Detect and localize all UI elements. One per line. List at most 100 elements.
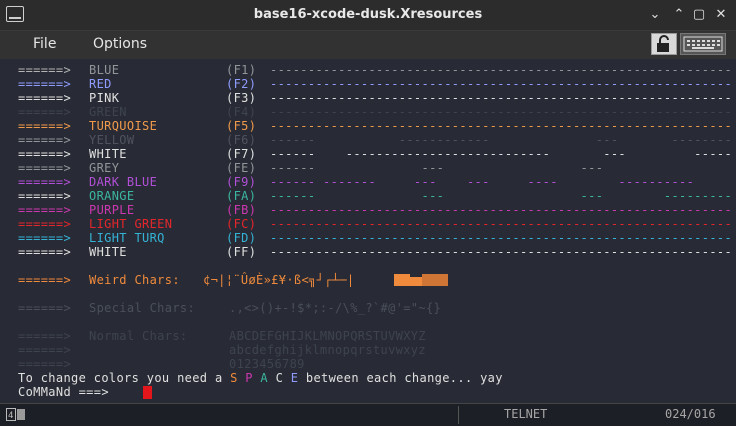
- row-code: (F5): [226, 119, 257, 133]
- text-cursor: [143, 386, 152, 399]
- lock-icon[interactable]: [651, 33, 677, 55]
- weird-chars: ¢¬|¦¨ÛøÈ»£¥·ß<╗┘┌┴─|: [203, 273, 355, 287]
- menu-bar: File Options: [0, 31, 736, 59]
- keyboard-svg: [683, 36, 723, 52]
- row-arrow: ======>: [18, 105, 72, 119]
- row-name: TURQUOISE: [89, 119, 158, 133]
- row-arrow: ======>: [18, 77, 72, 91]
- row-arrow: ======>: [18, 147, 72, 161]
- row-dash: ------ --- --- ---: [270, 161, 730, 175]
- row-dash: ------ ------- --- --- ---- ----------: [270, 175, 695, 189]
- row-code: (FB): [226, 203, 257, 217]
- terminal-window: base16-xcode-dusk.Xresources ⌄ ⌃ ▢ ✕ Fil…: [0, 0, 736, 426]
- block-glyph: [410, 277, 422, 286]
- row-code: (F7): [226, 147, 257, 161]
- row-arrow: ======>: [18, 161, 72, 175]
- row-name: LIGHT GREEN: [89, 217, 173, 231]
- row-dash: ----------------------------------------…: [270, 231, 730, 245]
- lock-svg: [657, 35, 669, 52]
- row-name: BLUE: [89, 63, 120, 77]
- svg-text:4: 4: [8, 411, 13, 421]
- row-arrow: ======>: [18, 189, 72, 203]
- row-code: (F1): [226, 63, 257, 77]
- row-name: YELLOW: [89, 133, 135, 147]
- menu-options[interactable]: Options: [93, 36, 147, 52]
- row-dash: ----------------------------------------…: [270, 105, 730, 119]
- row-dash: ----------------------------------------…: [270, 217, 730, 231]
- weird-chars-line: ======> Weird Chars: ¢¬|¦¨ÛøÈ»£¥·ß<╗┘┌┴─…: [18, 273, 448, 287]
- normal-lower: abcdefghijklmnopqrstuvwxyz: [229, 343, 426, 357]
- command-prompt: CoMMaNd ===>: [18, 385, 109, 399]
- chevron-down-icon[interactable]: ⌄: [646, 6, 664, 24]
- row-code: (FA): [226, 189, 257, 203]
- row-name: LIGHT TURQ: [89, 231, 165, 245]
- normal-lower-line: ======> abcdefghijklmnopqrstuvwxyz: [18, 343, 426, 357]
- special-label: Special Chars:: [89, 301, 196, 315]
- weird-arrow: ======>: [18, 273, 72, 287]
- block-glyph: [422, 274, 448, 286]
- hint-c: C: [275, 371, 284, 385]
- chevron-up-icon[interactable]: ⌃: [670, 6, 688, 24]
- row-arrow: ======>: [18, 133, 72, 147]
- row-dash: ------ --------------------------- --- -…: [270, 147, 730, 161]
- title-bar[interactable]: base16-xcode-dusk.Xresources ⌄ ⌃ ▢ ✕: [0, 0, 736, 31]
- normal-arrow: ======>: [18, 329, 72, 343]
- hint-a: A: [260, 371, 268, 385]
- hint-s: S: [230, 371, 238, 385]
- row-code: (FF): [226, 245, 257, 259]
- row-name: ORANGE: [89, 189, 135, 203]
- row-code: (FC): [226, 217, 257, 231]
- normal-digits-line: ======> 0123456789: [18, 357, 304, 371]
- row-name: GREEN: [89, 105, 127, 119]
- row-code: (FE): [226, 161, 257, 175]
- hint-p: P: [245, 371, 253, 385]
- normal-chars-line: ======> Normal Chars: ABCDEFGHIJKLMNOPQR…: [18, 329, 426, 343]
- row-dash: ----------------------------------------…: [270, 203, 730, 217]
- normal-arrow: ======>: [18, 343, 72, 357]
- row-name: PINK: [89, 91, 120, 105]
- row-dash: ------ ------------ --- ------------: [270, 133, 730, 147]
- normal-arrow: ======>: [18, 357, 72, 371]
- normal-digits: 0123456789: [229, 357, 305, 371]
- special-arrow: ======>: [18, 301, 72, 315]
- row-name: WHITE: [89, 245, 127, 259]
- status-screen-icon: 4: [6, 408, 25, 421]
- special-chars: .,<>()+-!$*;:-/\%_?`#@'="~{}: [229, 301, 442, 315]
- menu-file[interactable]: File: [33, 36, 56, 52]
- keyboard-icon[interactable]: [680, 33, 726, 55]
- weird-label: Weird Chars:: [89, 273, 180, 287]
- row-dash: ----------------------------------------…: [270, 245, 730, 259]
- row-arrow: ======>: [18, 91, 72, 105]
- row-name: PURPLE: [89, 203, 135, 217]
- row-dash: ------ --- --- ------------: [270, 189, 730, 203]
- row-dash: ----------------------------------------…: [270, 119, 730, 133]
- normal-upper: ABCDEFGHIJKLMNOPQRSTUVWXYZ: [229, 329, 426, 343]
- status-divider: [458, 406, 459, 424]
- row-arrow: ======>: [18, 203, 72, 217]
- row-arrow: ======>: [18, 119, 72, 133]
- hint-tail: between each change... yay: [298, 371, 503, 385]
- hint-line: To change colors you need a S P A C E be…: [18, 371, 503, 385]
- row-dash: ----------------------------------------…: [270, 91, 730, 105]
- row-code: (F6): [226, 133, 257, 147]
- row-code: (F4): [226, 105, 257, 119]
- row-code: (F2): [226, 77, 257, 91]
- hint-text: To change colors you need a: [18, 371, 231, 385]
- row-code: (F3): [226, 91, 257, 105]
- row-name: DARK BLUE: [89, 175, 158, 189]
- row-arrow: ======>: [18, 217, 72, 231]
- row-arrow: ======>: [18, 231, 72, 245]
- row-name: RED: [89, 77, 112, 91]
- row-name: WHITE: [89, 147, 127, 161]
- status-position: 024/016: [665, 407, 716, 421]
- terminal-screen[interactable]: ======> BLUE (F1) -------------------------…: [6, 60, 730, 402]
- square-icon[interactable]: ▢: [690, 6, 708, 24]
- window-title: base16-xcode-dusk.Xresources: [253, 7, 483, 22]
- row-dash: ----------------------------------------…: [270, 63, 730, 77]
- row-code: (F9): [226, 175, 257, 189]
- row-arrow: ======>: [18, 175, 72, 189]
- row-dash: ----------------------------------------…: [270, 77, 730, 91]
- close-icon[interactable]: ✕: [712, 6, 730, 24]
- row-arrow: ======>: [18, 63, 72, 77]
- status-bar: 4 TELNET 024/016: [0, 403, 736, 426]
